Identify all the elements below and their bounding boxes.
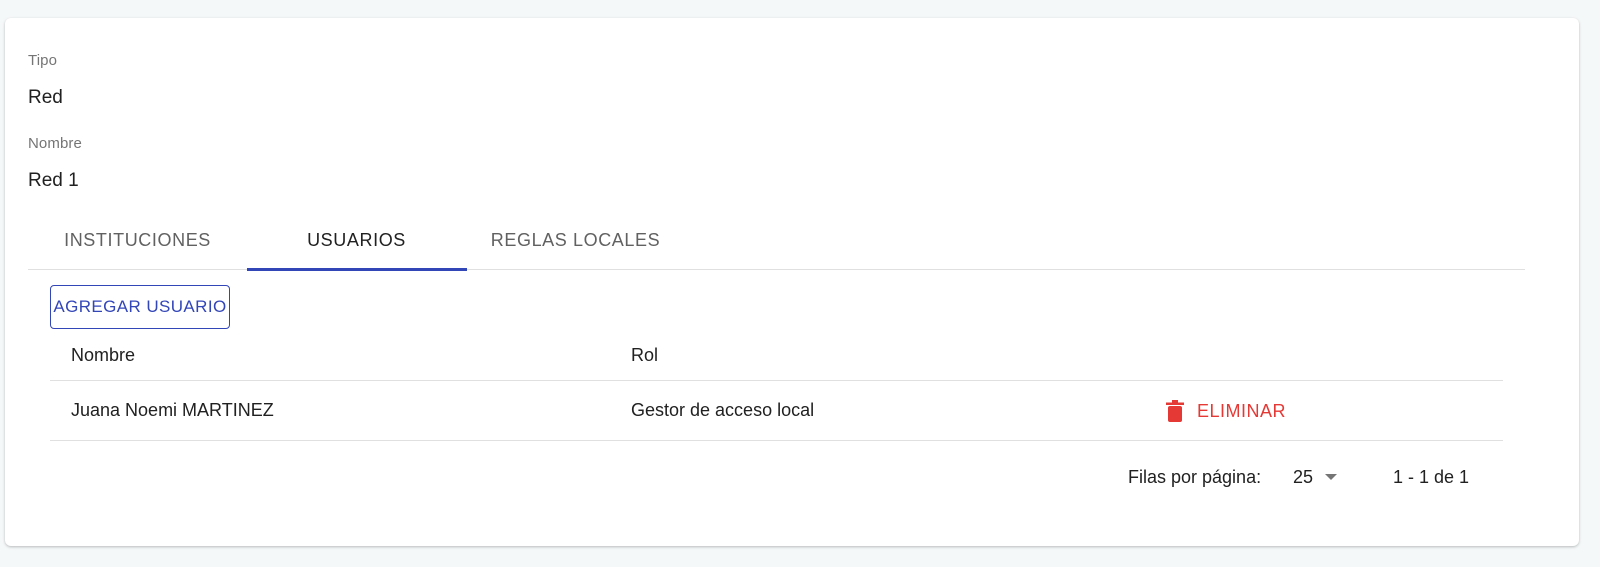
- column-header-rol: Rol: [631, 344, 659, 365]
- column-header-nombre: Nombre: [71, 344, 136, 365]
- tab-bar: INSTITUCIONES USUARIOS REGLAS LOCALES: [28, 210, 1525, 270]
- type-value: Red: [28, 87, 63, 108]
- active-tab-indicator: [247, 268, 467, 271]
- trash-icon: [1166, 400, 1184, 422]
- tab-reglas-locales[interactable]: REGLAS LOCALES: [466, 210, 685, 270]
- delete-user-label: ELIMINAR: [1197, 400, 1287, 421]
- delete-user-button[interactable]: ELIMINAR: [1165, 381, 1286, 441]
- type-label: Tipo: [28, 52, 58, 69]
- tab-usuarios-label: USUARIOS: [307, 229, 406, 250]
- chevron-down-icon: [1325, 474, 1338, 480]
- pagination-range: 1 - 1 de 1: [1393, 466, 1470, 487]
- table-row: Juana Noemi MARTINEZ Gestor de acceso lo…: [50, 381, 1503, 441]
- name-value: Red 1: [28, 170, 79, 191]
- tab-instituciones-label: INSTITUCIONES: [64, 229, 211, 250]
- user-role-cell: Gestor de acceso local: [631, 400, 815, 420]
- rows-per-page-label: Filas por página:: [1128, 466, 1262, 487]
- tab-reglas-locales-label: REGLAS LOCALES: [490, 229, 661, 250]
- tab-usuarios[interactable]: USUARIOS: [247, 210, 466, 270]
- rows-per-page-select[interactable]: 25: [1293, 462, 1338, 492]
- users-table: Nombre Rol Juana Noemi MARTINEZ Gestor d…: [50, 330, 1503, 441]
- user-name-cell: Juana Noemi MARTINEZ: [71, 400, 274, 420]
- details-card: [5, 18, 1579, 546]
- table-header-row: Nombre Rol: [50, 330, 1503, 381]
- rows-per-page-value: 25: [1293, 466, 1314, 487]
- tab-instituciones[interactable]: INSTITUCIONES: [28, 210, 247, 270]
- add-user-button[interactable]: AGREGAR USUARIO: [50, 285, 230, 329]
- name-label: Nombre: [28, 135, 82, 152]
